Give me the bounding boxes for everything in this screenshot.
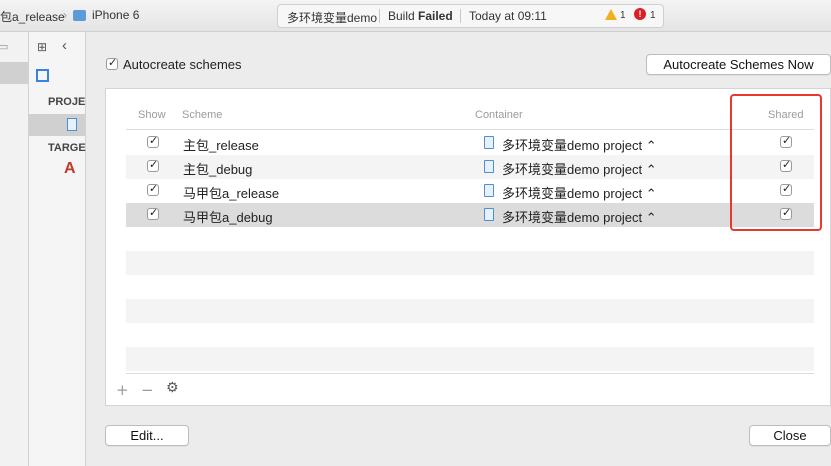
grid-icon[interactable]: ⊞ bbox=[37, 40, 47, 54]
container-popup[interactable]: 多环境变量demo project ⌃ bbox=[502, 183, 657, 202]
activity-status: 多环境变量demo Build Failed Today at 09:11 1 … bbox=[277, 4, 664, 28]
gear-icon[interactable]: ⚙ bbox=[166, 380, 179, 396]
show-checkbox[interactable] bbox=[147, 158, 159, 172]
container-popup[interactable]: 多环境变量demo project ⌃ bbox=[502, 207, 657, 226]
empty-row bbox=[126, 251, 814, 275]
header-divider bbox=[126, 129, 814, 130]
device-selector[interactable]: iPhone 6 bbox=[92, 8, 139, 22]
empty-row bbox=[126, 299, 814, 323]
schemes-table: Show Scheme Container Shared 主包_release … bbox=[105, 88, 831, 406]
comment-icon[interactable]: ▭ bbox=[0, 40, 8, 53]
project-section-header: PROJE bbox=[48, 96, 86, 108]
container-popup[interactable]: 多环境变量demo project ⌃ bbox=[502, 159, 657, 178]
chevron-left-icon[interactable]: ‹ bbox=[62, 37, 67, 54]
container-popup[interactable]: 多环境变量demo project ⌃ bbox=[502, 135, 657, 154]
error-icon[interactable]: ! bbox=[634, 8, 646, 20]
targets-section-header: TARGE bbox=[48, 142, 86, 154]
autocreate-checkbox[interactable] bbox=[106, 56, 118, 70]
edit-button[interactable]: Edit... bbox=[105, 425, 189, 446]
add-scheme-button[interactable]: + bbox=[116, 381, 129, 399]
app-target-icon[interactable]: A bbox=[64, 160, 76, 178]
remove-scheme-button[interactable]: − bbox=[141, 381, 154, 399]
project-file-icon bbox=[484, 208, 494, 221]
project-navigator: ⊞ ‹ PROJE TARGE A bbox=[29, 32, 86, 466]
chevron-right-icon: › bbox=[63, 8, 67, 22]
status-project: 多环境变量demo bbox=[287, 11, 378, 25]
autocreate-label: Autocreate schemes bbox=[123, 57, 242, 72]
show-checkbox[interactable] bbox=[147, 182, 159, 196]
column-header-scheme[interactable]: Scheme bbox=[182, 109, 222, 121]
toolbar: 包a_release › iPhone 6 多环境变量demo Build Fa… bbox=[0, 0, 831, 32]
scheme-name: 主包_release bbox=[183, 138, 259, 153]
project-file-icon bbox=[67, 118, 77, 131]
show-checkbox[interactable] bbox=[147, 134, 159, 148]
status-build-label: Build bbox=[388, 9, 415, 23]
autocreate-now-button[interactable]: Autocreate Schemes Now bbox=[646, 54, 831, 75]
table-row[interactable]: 主包_debug 多环境变量demo project ⌃ bbox=[126, 155, 814, 179]
project-file-icon bbox=[484, 184, 494, 197]
project-file-icon bbox=[484, 160, 494, 173]
selected-row bbox=[0, 62, 28, 84]
table-row[interactable]: 主包_release 多环境变量demo project ⌃ bbox=[126, 131, 814, 155]
column-header-show[interactable]: Show bbox=[138, 109, 166, 121]
left-strip: ▭ bbox=[0, 32, 29, 466]
scheme-name: 马甲包a_release bbox=[183, 186, 280, 201]
empty-row bbox=[126, 347, 814, 371]
shared-column-highlight bbox=[730, 94, 822, 231]
project-editor-icon[interactable] bbox=[36, 69, 49, 82]
warning-count[interactable]: 1 bbox=[620, 10, 626, 21]
scheme-name: 马甲包a_debug bbox=[183, 210, 273, 225]
scheme-selector[interactable]: 包a_release bbox=[0, 8, 65, 25]
column-header-container[interactable]: Container bbox=[475, 109, 523, 121]
project-row[interactable] bbox=[29, 114, 85, 136]
close-button[interactable]: Close bbox=[749, 425, 831, 446]
status-time: Today at 09:11 bbox=[469, 9, 547, 23]
footer-divider bbox=[126, 373, 814, 374]
project-file-icon bbox=[484, 136, 494, 149]
warning-icon[interactable] bbox=[605, 9, 617, 20]
table-row[interactable]: 马甲包a_debug 多环境变量demo project ⌃ bbox=[126, 203, 814, 227]
scheme-name: 主包_debug bbox=[183, 162, 253, 177]
device-icon bbox=[73, 10, 86, 21]
show-checkbox[interactable] bbox=[147, 206, 159, 220]
error-count[interactable]: 1 bbox=[650, 10, 656, 21]
status-build-result: Failed bbox=[418, 9, 453, 23]
table-row[interactable]: 马甲包a_release 多环境变量demo project ⌃ bbox=[126, 179, 814, 203]
